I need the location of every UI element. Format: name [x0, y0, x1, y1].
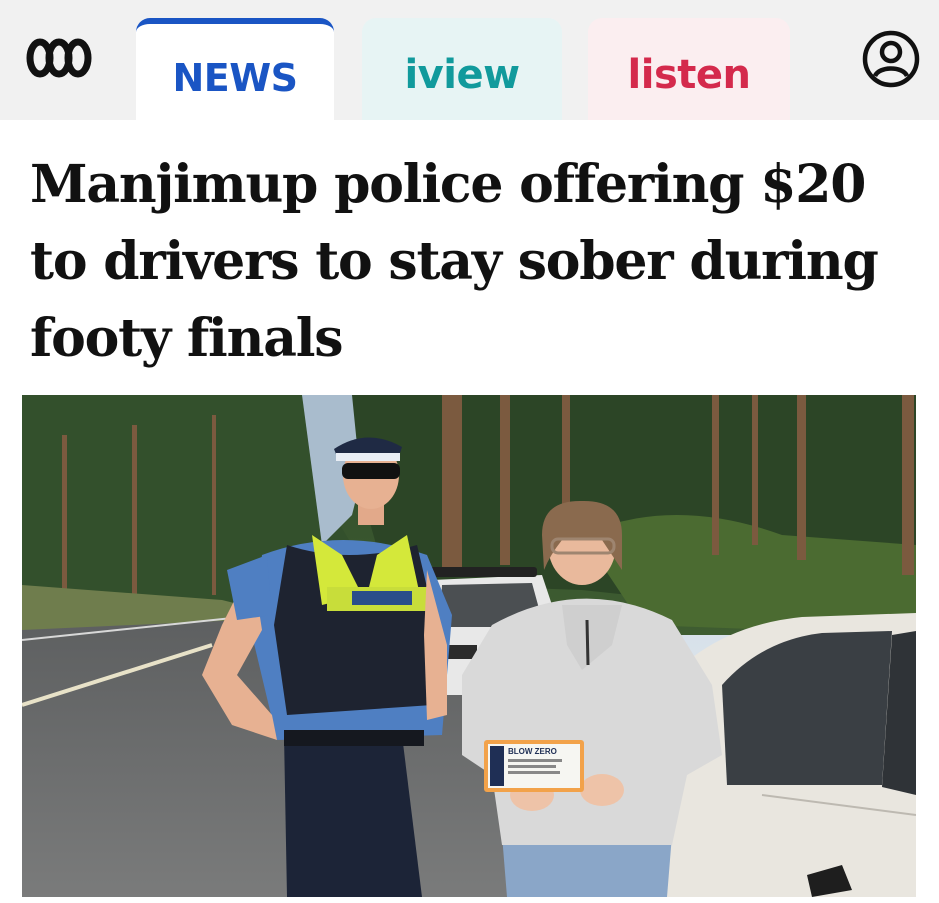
tab-listen-label: listen [627, 52, 751, 98]
blow-zero-voucher: BLOW ZERO [484, 740, 584, 792]
top-nav: NEWS iview listen [0, 0, 939, 120]
tab-iview-label: iview [404, 52, 520, 98]
article-hero-image[interactable]: BLOW ZERO [22, 395, 916, 897]
abc-logo-icon[interactable] [24, 36, 94, 80]
user-circle-icon[interactable] [862, 30, 920, 88]
tab-news-label: NEWS [172, 56, 298, 100]
tab-listen[interactable]: listen [588, 18, 790, 120]
article-headline[interactable]: Manjimup police offering $20 to drivers … [30, 146, 910, 377]
tab-iview[interactable]: iview [362, 18, 562, 120]
tab-news[interactable]: NEWS [136, 18, 334, 120]
voucher-text: BLOW ZERO [508, 747, 557, 756]
